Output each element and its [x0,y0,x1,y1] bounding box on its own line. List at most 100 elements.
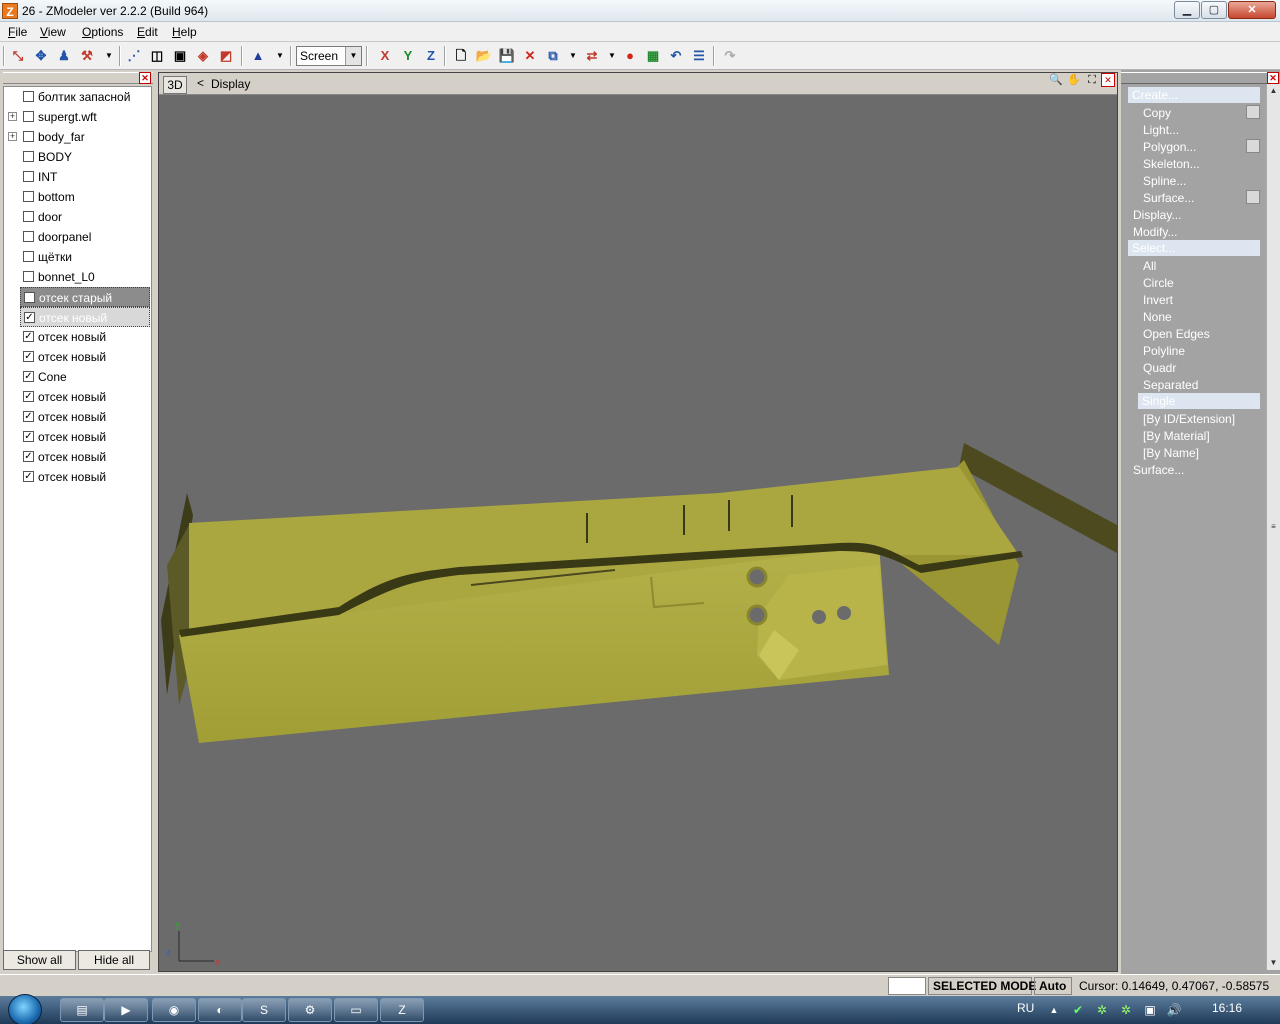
cube-wire-icon[interactable]: ◫ [148,47,166,65]
menu-file[interactable]: File [8,25,27,39]
record-icon[interactable]: ● [621,47,639,65]
zmodeler-app-icon[interactable]: Z [2,3,18,19]
move-tool-icon[interactable]: ✥ [32,47,50,65]
scroll-up-icon[interactable]: ▲ [1267,84,1280,98]
explorer-taskbar-icon[interactable]: ▤ [60,998,104,1022]
tree-item[interactable]: ✓ отсек новый [4,467,151,487]
scroll-down-icon[interactable]: ▼ [1267,956,1280,970]
photoshop-taskbar-icon[interactable]: ◐ [198,998,242,1022]
select-by-id[interactable]: [By ID/Extension] [1143,412,1235,426]
create-polygon[interactable]: Polygon... [1143,140,1196,154]
surface-menu[interactable]: Surface... [1133,463,1184,477]
undo-icon[interactable]: ↶ [667,47,685,65]
expand-plus-icon[interactable]: + [8,112,17,121]
zoom-icon[interactable]: 🔍 [1049,73,1063,87]
menu-options[interactable]: Options [82,25,123,39]
select-by-name[interactable]: [By Name] [1143,446,1199,460]
tree-item[interactable]: щётки [4,247,151,267]
tree-item[interactable]: отсек старый [20,287,150,307]
tree-item[interactable]: ✓ отсек новый [4,327,151,347]
viewport-mode-button[interactable]: 3D [163,76,187,94]
display-menu[interactable]: Display... [1133,208,1181,222]
render-icon[interactable]: ▦ [644,47,662,65]
chevron-down-icon[interactable]: ▼ [345,47,361,65]
tree-item[interactable]: ✓ отсек новый [4,387,151,407]
tree-item[interactable]: INT [4,167,151,187]
maximize-viewport-icon[interactable]: ⛶ [1085,73,1099,87]
dropdown-arrow-icon[interactable]: ▼ [100,47,118,65]
visibility-checkbox[interactable] [23,211,34,222]
figure-tool-icon[interactable]: ♟ [55,47,73,65]
create-copy[interactable]: Copy [1143,106,1171,120]
delete-icon[interactable]: ✕ [521,47,539,65]
axis-y-button[interactable]: Y [399,47,417,65]
visibility-checkbox[interactable] [23,251,34,262]
expand-plus-icon[interactable]: + [8,132,17,141]
save-disk-icon[interactable]: 💾 [498,47,516,65]
select-by-material[interactable]: [By Material] [1143,429,1210,443]
tree-item[interactable]: bottom [4,187,151,207]
create-light[interactable]: Light... [1143,123,1179,137]
select-circle[interactable]: Circle [1143,276,1174,290]
command-panel-scrollbar[interactable]: ▲ ≡ ▼ [1266,84,1280,970]
tree-item[interactable]: BODY [4,147,151,167]
visibility-checkbox[interactable] [23,271,34,282]
select-single[interactable]: Single [1138,393,1260,409]
dropdown-arrow-icon[interactable]: ▼ [603,47,621,65]
select-none[interactable]: None [1143,310,1172,324]
cube-select-icon[interactable]: ◈ [194,47,212,65]
scroll-thumb-grip-icon[interactable]: ≡ [1267,520,1280,534]
hide-all-button[interactable]: Hide all [78,950,150,970]
axis-x-button[interactable]: X [376,47,394,65]
start-button[interactable] [8,994,42,1024]
visibility-checkbox[interactable]: ✓ [23,391,34,402]
modify-menu[interactable]: Modify... [1133,225,1177,239]
new-file-icon[interactable]: 🗋 [452,47,470,65]
firefox-taskbar-icon[interactable]: ◉ [152,998,196,1022]
create-surface[interactable]: Surface... [1143,191,1194,205]
tray-gear2-icon[interactable]: ✲ [1118,1002,1134,1018]
visibility-checkbox[interactable] [23,191,34,202]
export-icon[interactable]: ⇄ [583,47,601,65]
surface-options-box[interactable] [1246,190,1260,204]
dropdown-arrow-icon[interactable]: ▼ [564,47,582,65]
visibility-checkbox[interactable]: ✓ [23,471,34,482]
zmodeler-taskbar-icon[interactable]: Z [380,998,424,1022]
copy-options-box[interactable] [1246,105,1260,119]
close-icon[interactable]: ✕ [139,72,151,84]
tree-item[interactable]: ✓ отсек новый [4,447,151,467]
select-all[interactable]: All [1143,259,1156,273]
tray-gear-icon[interactable]: ✲ [1094,1002,1110,1018]
select-tool-icon[interactable]: ⤡ [9,47,27,65]
visibility-checkbox[interactable] [24,292,35,303]
select-invert[interactable]: Invert [1143,293,1173,307]
transform-tool-icon[interactable]: ⚒ [78,47,96,65]
tree-item[interactable]: ✓ Cone [4,367,151,387]
menu-edit[interactable]: Edit [137,25,158,39]
visibility-checkbox[interactable] [23,111,34,122]
tray-expand-icon[interactable]: ▲ [1046,1002,1062,1018]
tree-item[interactable]: ✓ отсек новый [4,427,151,447]
3d-viewport[interactable]: 3D < Display 🔍 ✋ ⛶ ✕ y z x [158,72,1118,972]
create-spline[interactable]: Spline... [1143,174,1186,188]
select-open-edges[interactable]: Open Edges [1143,327,1210,341]
visibility-checkbox[interactable] [23,131,34,142]
polygon-options-box[interactable] [1246,139,1260,153]
vertex-mode-icon[interactable]: ⋰ [125,47,143,65]
visibility-checkbox[interactable] [23,171,34,182]
visibility-checkbox[interactable]: ✓ [23,431,34,442]
menu-help[interactable]: Help [172,25,197,39]
tray-check-icon[interactable]: ✔ [1070,1002,1086,1018]
tree-item[interactable]: ✓ отсек новый [4,407,151,427]
select-menu[interactable]: Select... [1128,240,1260,256]
collapse-chevron-icon[interactable]: < [197,76,204,90]
tree-item[interactable]: + body_far [4,127,151,147]
close-button[interactable]: ✕ [1228,1,1276,19]
dropdown-arrow-icon[interactable]: ▼ [271,47,289,65]
cube-delete-icon[interactable]: ◩ [217,47,235,65]
visibility-checkbox[interactable]: ✓ [23,411,34,422]
show-all-button[interactable]: Show all [3,950,76,970]
skype-taskbar-icon[interactable]: S [242,998,286,1022]
visibility-checkbox[interactable]: ✓ [24,312,35,323]
tree-item[interactable]: door [4,207,151,227]
